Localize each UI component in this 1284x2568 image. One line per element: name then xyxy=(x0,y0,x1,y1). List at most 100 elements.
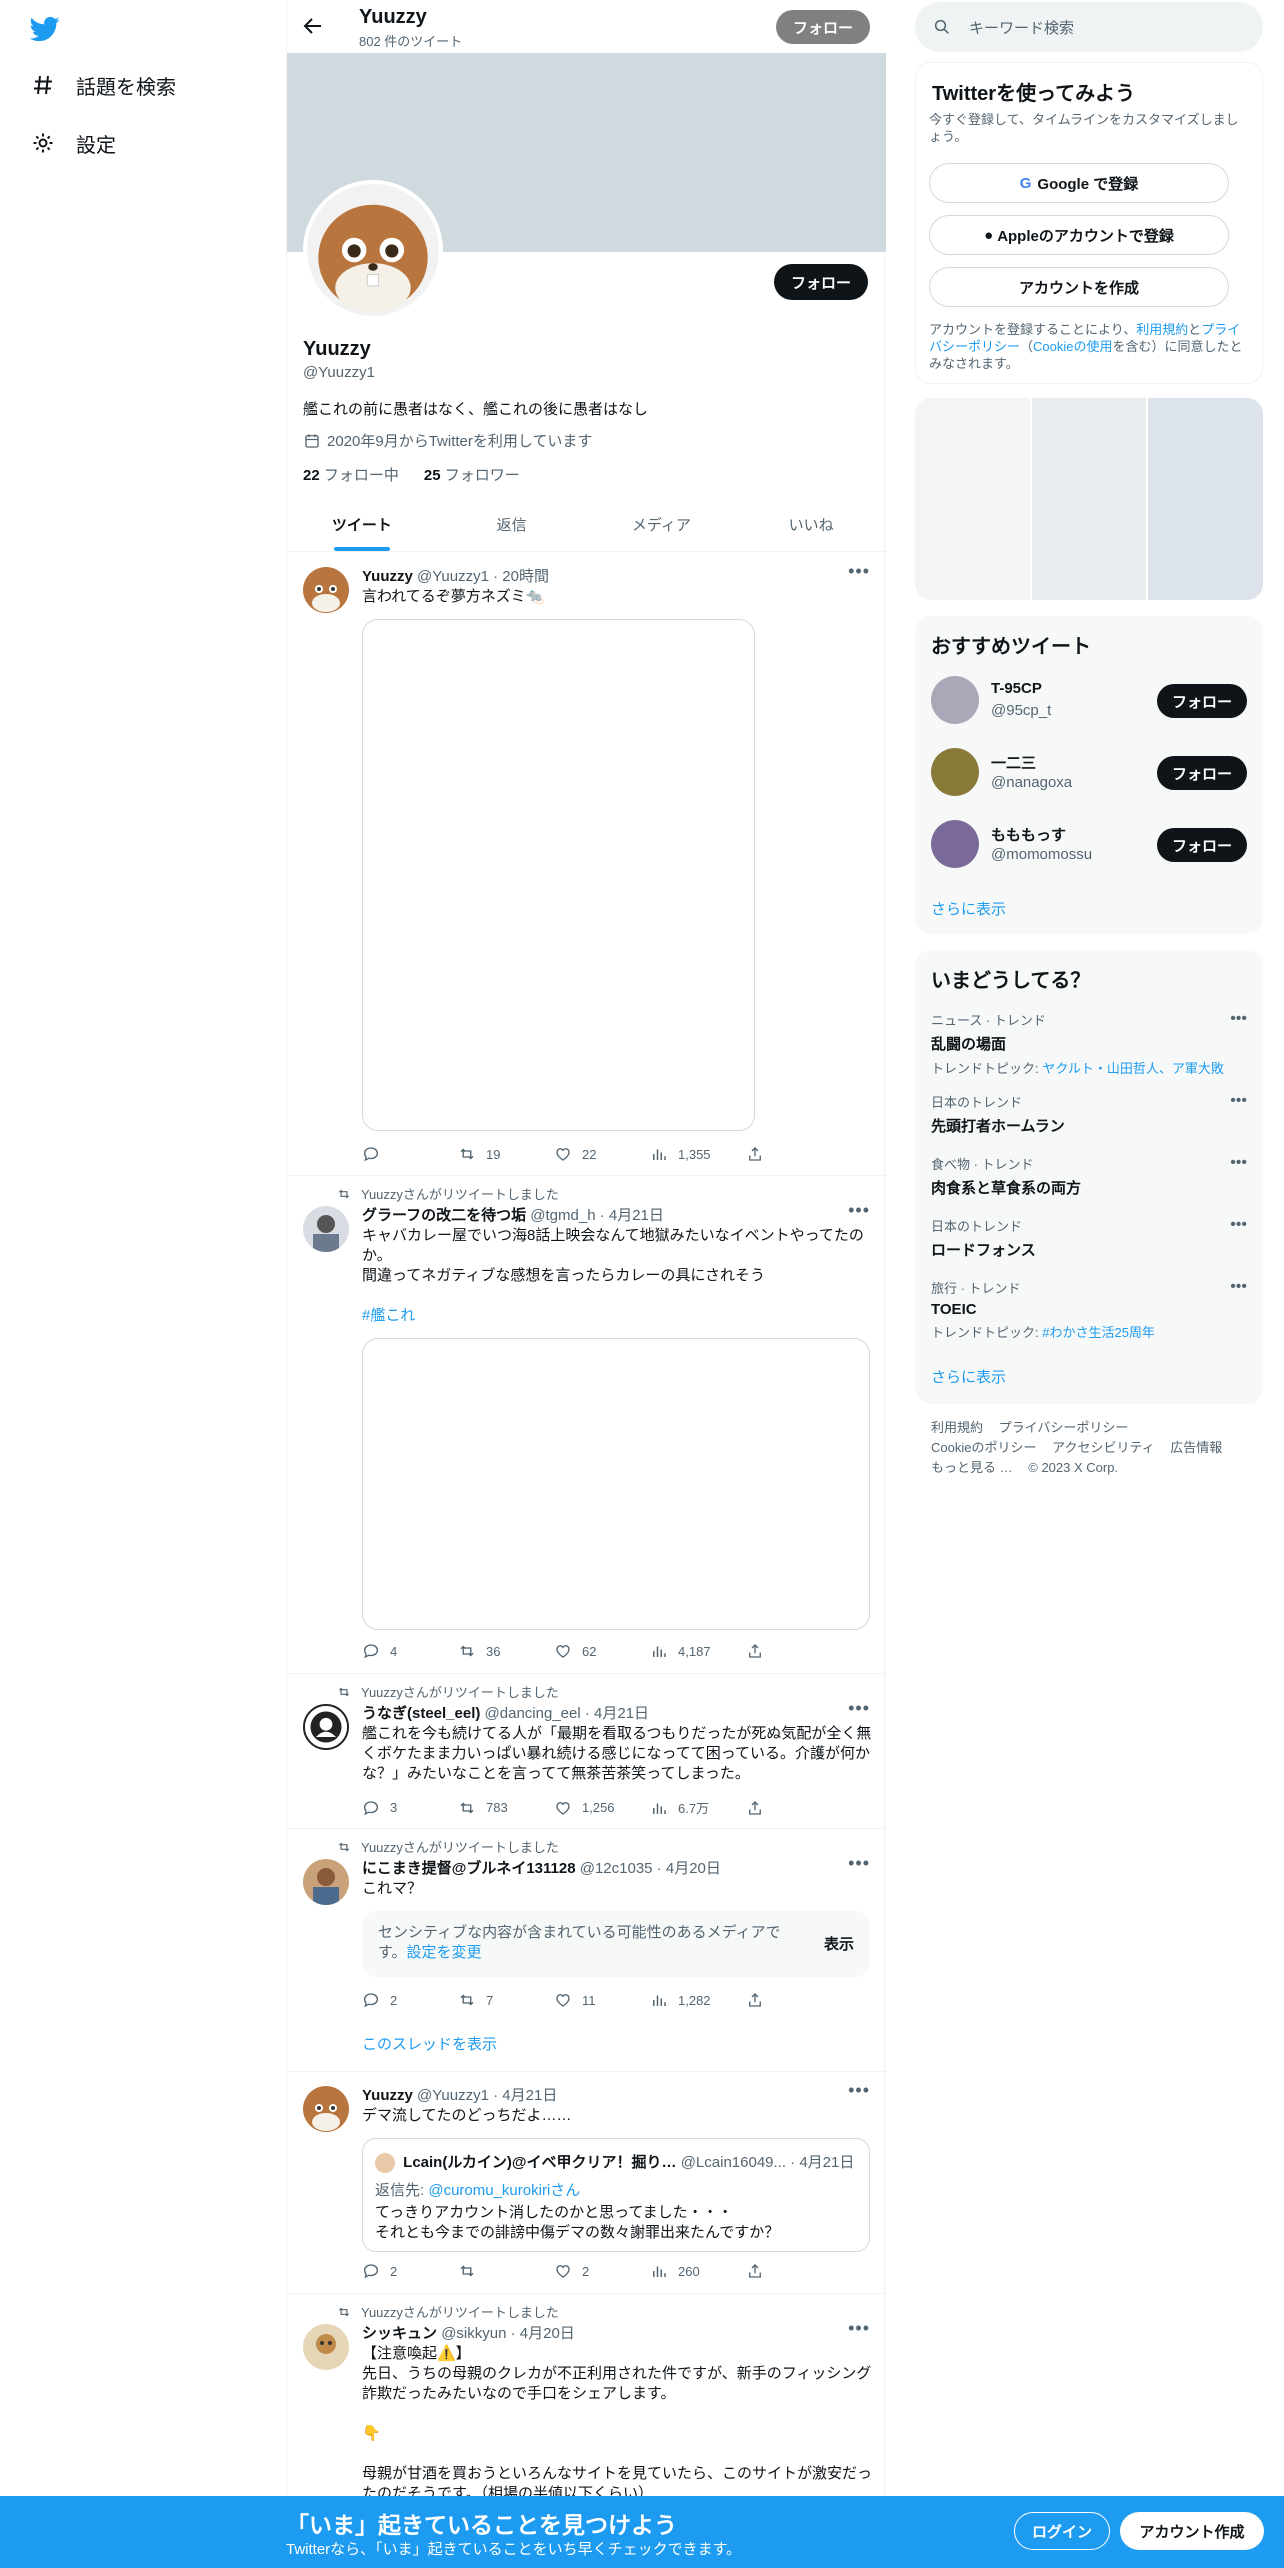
trend-item[interactable]: 食べ物 · トレンド 肉食系と草食系の両方 ••• xyxy=(931,1154,1247,1198)
rec-user-name[interactable]: T-95CP xyxy=(991,680,1042,697)
views-button[interactable]: 1,355 xyxy=(650,1145,746,1163)
trend-item[interactable]: ニュース · トレンド 乱闘の場面 トレンドトピック: ヤクルト・山田哲人、ア軍… xyxy=(931,1010,1247,1077)
tweet-meta[interactable]: @dancing_eel · 4月21日 xyxy=(485,1705,650,1722)
reply-button[interactable]: 2 xyxy=(362,2262,458,2280)
follow-button[interactable]: フォロー xyxy=(1157,684,1247,718)
nav-settings[interactable]: 設定 xyxy=(28,128,116,158)
avatar[interactable] xyxy=(303,2324,349,2370)
avatar[interactable] xyxy=(931,748,979,796)
like-button[interactable]: 2 xyxy=(554,2262,650,2280)
follow-button[interactable]: フォロー xyxy=(1157,828,1247,862)
profile-avatar[interactable] xyxy=(303,180,443,320)
share-button[interactable] xyxy=(746,1642,776,1660)
views-button[interactable]: 1,282 xyxy=(650,1991,746,2009)
avatar[interactable] xyxy=(303,1704,349,1750)
footer-terms-link[interactable]: 利用規約 xyxy=(931,1420,983,1435)
tab-replies[interactable]: 返信 xyxy=(437,498,587,551)
header-follow-button[interactable]: フォロー xyxy=(776,10,870,44)
views-button[interactable]: 4,187 xyxy=(650,1642,746,1660)
reply-button[interactable] xyxy=(362,1145,458,1163)
views-button[interactable]: 6.7万 xyxy=(650,1798,746,1817)
footer-privacy-link[interactable]: プライバシーポリシー xyxy=(999,1420,1129,1435)
avatar[interactable] xyxy=(303,1859,349,1905)
quoted-tweet[interactable]: Lcain(ルカイン)@イベ甲クリア！掘り… @Lcain16049... · … xyxy=(362,2138,870,2252)
tweet-meta[interactable]: @Yuuzzy1 · 20時間 xyxy=(417,568,549,585)
tweet[interactable]: Yuuzzy @Yuuzzy1 · 4月21日 ••• デマ流してたのどっちだよ… xyxy=(287,2072,886,2294)
cookie-link[interactable]: Cookieの使用 xyxy=(1033,339,1112,354)
like-button[interactable]: 62 xyxy=(554,1642,650,1660)
more-icon[interactable]: ••• xyxy=(1230,1010,1247,1028)
footer-more-link[interactable]: もっと見る … xyxy=(931,1460,1013,1475)
more-icon[interactable]: ••• xyxy=(848,2080,870,2101)
media-thumb[interactable] xyxy=(915,398,1030,600)
avatar[interactable] xyxy=(931,676,979,724)
more-icon[interactable]: ••• xyxy=(848,1200,870,1221)
recommended-user[interactable]: 一二三 @nanagoxa フォロー xyxy=(931,742,1247,802)
reply-button[interactable]: 2 xyxy=(362,1991,458,2009)
avatar[interactable] xyxy=(303,2086,349,2132)
search-input[interactable]: キーワード検索 xyxy=(969,17,1074,38)
more-icon[interactable]: ••• xyxy=(1230,1154,1247,1172)
tweet[interactable]: Yuuzzy @Yuuzzy1 · 20時間 ••• 言われてるぞ夢方ネズミ🐀 … xyxy=(287,553,886,1176)
nav-explore[interactable]: 話題を検索 xyxy=(28,70,176,100)
trend-item[interactable]: 日本のトレンド ロードフォンス ••• xyxy=(931,1216,1247,1260)
tweet[interactable]: Yuuzzyさんがリツイートしました うなぎ(steel_eel) @danci… xyxy=(287,1674,886,1829)
tweet-author-name[interactable]: Yuuzzy xyxy=(362,568,413,585)
follow-button[interactable]: フォロー xyxy=(1157,756,1247,790)
followers-label[interactable]: フォロワー xyxy=(445,467,520,484)
trends-show-more-link[interactable]: さらに表示 xyxy=(931,1366,1006,1387)
more-icon[interactable]: ••• xyxy=(1230,1216,1247,1234)
show-media-button[interactable]: 表示 xyxy=(824,1933,854,1954)
more-icon[interactable]: ••• xyxy=(848,1698,870,1719)
trend-item[interactable]: 日本のトレンド 先頭打者ホームラン ••• xyxy=(931,1092,1247,1136)
more-icon[interactable]: ••• xyxy=(1230,1278,1247,1296)
google-signup-button[interactable]: G Google で登録 xyxy=(929,163,1229,203)
tweet[interactable]: Yuuzzyさんがリツイートしました にこまき提督@ブルネイ131128 @12… xyxy=(287,1829,886,2072)
trend-item[interactable]: 旅行 · トレンド TOEIC トレンドトピック: #わかさ生活25周年 ••• xyxy=(931,1278,1247,1341)
retweet-button[interactable]: 7 xyxy=(458,1991,554,2009)
more-icon[interactable]: ••• xyxy=(848,1853,870,1874)
tweet-meta[interactable]: @sikkyun · 4月20日 xyxy=(441,2325,575,2342)
more-icon[interactable]: ••• xyxy=(848,2318,870,2339)
tab-likes[interactable]: いいね xyxy=(736,498,886,551)
more-icon[interactable]: ••• xyxy=(848,561,870,582)
views-button[interactable]: 260 xyxy=(650,2262,746,2280)
apple-signup-button[interactable]: ● Appleのアカウントで登録 xyxy=(929,215,1229,255)
retweet-button[interactable]: 36 xyxy=(458,1642,554,1660)
search-box[interactable]: キーワード検索 xyxy=(915,2,1263,52)
share-button[interactable] xyxy=(746,2262,776,2280)
avatar[interactable] xyxy=(931,820,979,868)
footer-ads-link[interactable]: 広告情報 xyxy=(1170,1440,1222,1455)
tab-media[interactable]: メディア xyxy=(587,498,737,551)
following-count[interactable]: 22 xyxy=(303,467,320,484)
login-button[interactable]: ログイン xyxy=(1014,2512,1110,2550)
tweet-author-name[interactable]: うなぎ(steel_eel) xyxy=(362,1705,480,1722)
recommended-user[interactable]: T-95CP @95cp_t フォロー xyxy=(931,670,1247,730)
recommended-user[interactable]: もももっす @momomossu フォロー xyxy=(931,814,1247,874)
show-more-link[interactable]: さらに表示 xyxy=(931,898,1006,919)
like-button[interactable]: 11 xyxy=(554,1991,650,2009)
media-thumb[interactable] xyxy=(1031,398,1147,600)
terms-link[interactable]: 利用規約 xyxy=(1136,322,1188,337)
change-settings-link[interactable]: 設定を変更 xyxy=(407,1944,482,1961)
more-icon[interactable]: ••• xyxy=(1230,1092,1247,1110)
profile-follow-button[interactable]: フォロー xyxy=(774,264,868,300)
tweet-meta[interactable]: @tgmd_h · 4月21日 xyxy=(530,1207,664,1224)
footer-cookie-link[interactable]: Cookieのポリシー xyxy=(931,1440,1036,1455)
tweet-author-name[interactable]: シッキュン xyxy=(362,2325,437,2342)
twitter-logo-icon[interactable] xyxy=(28,14,62,44)
share-button[interactable] xyxy=(746,1145,776,1163)
media-preview-grid[interactable] xyxy=(915,398,1263,600)
signup-button[interactable]: アカウント作成 xyxy=(1120,2512,1264,2550)
like-button[interactable]: 1,256 xyxy=(554,1798,650,1817)
followers-count[interactable]: 25 xyxy=(424,467,441,484)
tab-tweets[interactable]: ツイート xyxy=(287,498,437,551)
media-thumb[interactable] xyxy=(1148,398,1263,600)
tweet-author-name[interactable]: にこまき提督@ブルネイ131128 xyxy=(362,1860,576,1877)
quote-reply-link[interactable]: @curomu_kurokiriさん xyxy=(428,2182,580,2199)
avatar[interactable] xyxy=(303,1206,349,1252)
tweet-meta[interactable]: @Yuuzzy1 · 4月21日 xyxy=(417,2087,557,2104)
reply-button[interactable]: 4 xyxy=(362,1642,458,1660)
rec-user-name[interactable]: もももっす xyxy=(991,824,1066,845)
retweet-button[interactable] xyxy=(458,2262,554,2280)
